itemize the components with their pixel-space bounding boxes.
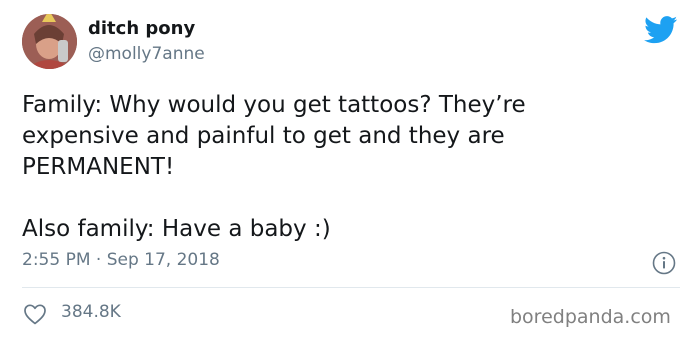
avatar-photo bbox=[22, 14, 77, 69]
tweet-timestamp[interactable]: 2:55 PM · Sep 17, 2018 bbox=[22, 250, 220, 270]
like-count: 384.8K bbox=[61, 302, 121, 322]
avatar[interactable] bbox=[22, 14, 77, 69]
tweet-text: Family: Why would you get tattoos? They’… bbox=[22, 92, 526, 242]
divider bbox=[22, 287, 680, 288]
twitter-bird-icon[interactable] bbox=[644, 16, 678, 44]
info-icon[interactable] bbox=[652, 251, 676, 275]
watermark: boredpanda.com bbox=[510, 306, 671, 328]
heart-icon[interactable] bbox=[23, 303, 47, 325]
display-name[interactable]: ditch pony bbox=[88, 18, 195, 39]
user-handle[interactable]: @molly7anne bbox=[88, 44, 205, 64]
